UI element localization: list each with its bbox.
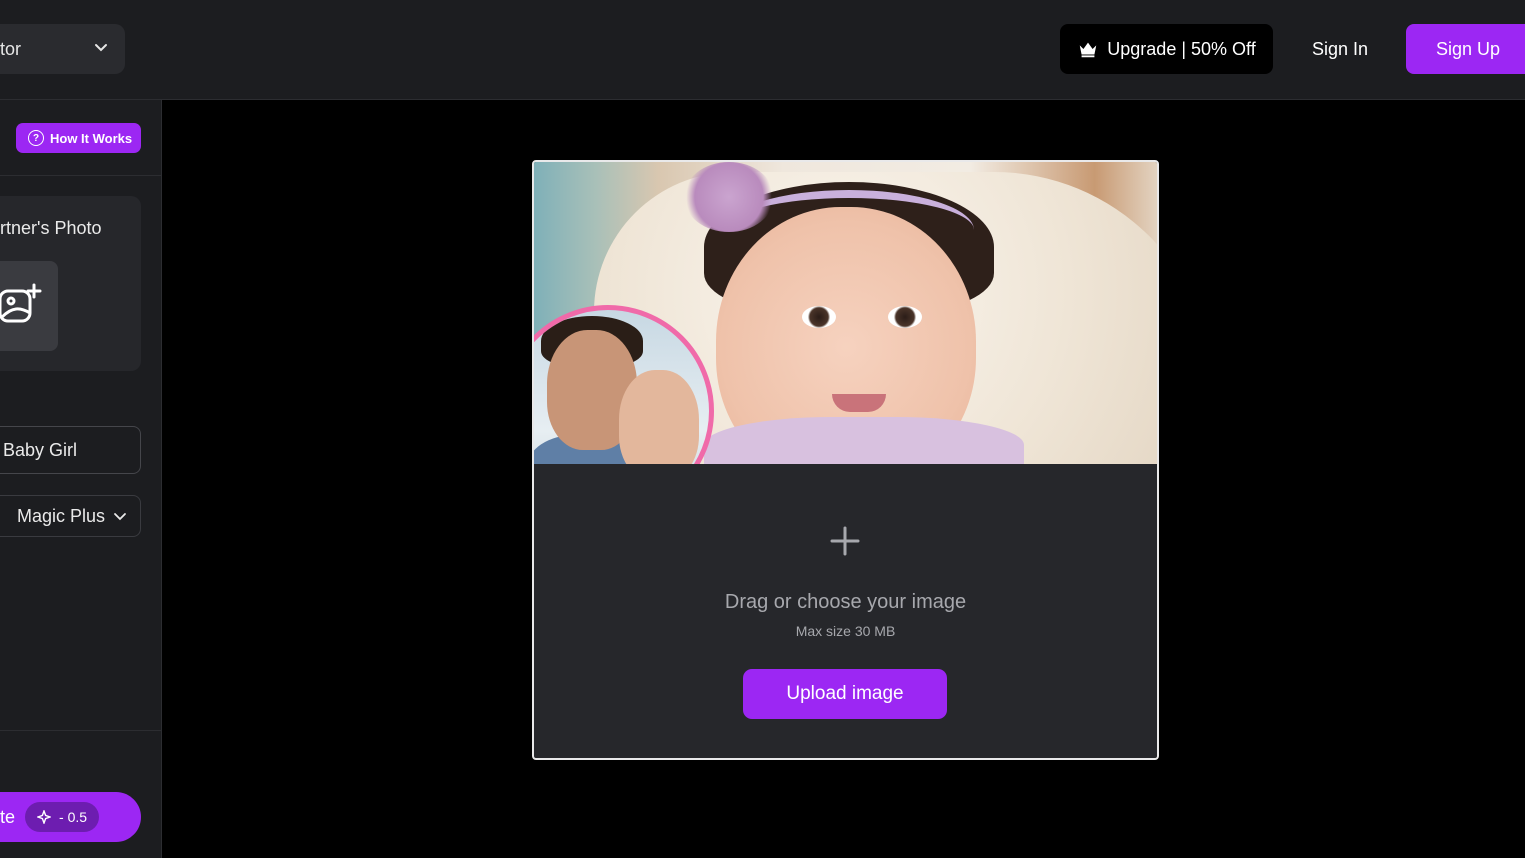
add-image-icon bbox=[0, 283, 42, 323]
partner-photo-title: rtner's Photo bbox=[0, 218, 102, 238]
crown-icon bbox=[1080, 42, 1097, 58]
plus-icon bbox=[830, 526, 860, 556]
tool-select-label: tor bbox=[0, 38, 22, 59]
model-select-dropdown[interactable]: Magic Plus bbox=[0, 495, 141, 537]
tool-select-dropdown[interactable]: tor bbox=[0, 24, 125, 74]
left-sidebar: ? How It Works rtner's Photo Baby Girl M… bbox=[0, 100, 162, 858]
upload-image-button[interactable]: Upload image bbox=[743, 669, 947, 719]
chevron-down-icon bbox=[114, 513, 126, 521]
upgrade-button[interactable]: Upgrade | 50% Off bbox=[1060, 24, 1273, 74]
partner-photo-card: rtner's Photo bbox=[0, 196, 141, 371]
credit-cost-badge: - 0.5 bbox=[25, 802, 100, 832]
credit-cost-value: - 0.5 bbox=[59, 809, 88, 825]
generate-button[interactable]: te - 0.5 bbox=[0, 792, 141, 842]
baby-gender-select[interactable]: Baby Girl bbox=[0, 426, 141, 474]
sidebar-divider bbox=[0, 730, 162, 731]
partner-photo-upload[interactable] bbox=[0, 261, 58, 351]
sign-up-button[interactable]: Sign Up bbox=[1406, 24, 1525, 74]
example-preview-image bbox=[534, 162, 1157, 464]
upgrade-label: Upgrade | 50% Off bbox=[1107, 38, 1256, 59]
generate-label: te bbox=[0, 806, 16, 827]
sparkle-icon bbox=[37, 810, 52, 824]
model-value: Magic Plus bbox=[17, 505, 106, 526]
sidebar-divider bbox=[0, 175, 162, 176]
question-icon: ? bbox=[28, 130, 44, 146]
chevron-down-icon bbox=[95, 44, 107, 52]
sign-in-button[interactable]: Sign In bbox=[1300, 24, 1380, 74]
image-drop-zone[interactable]: Drag or choose your image Max size 30 MB… bbox=[534, 464, 1157, 758]
upload-panel[interactable]: Drag or choose your image Max size 30 MB… bbox=[532, 160, 1159, 760]
drop-title: Drag or choose your image bbox=[724, 591, 967, 613]
max-size-note: Max size 30 MB bbox=[795, 623, 896, 639]
how-it-works-label: How It Works bbox=[50, 130, 133, 146]
baby-gender-value: Baby Girl bbox=[3, 439, 78, 460]
how-it-works-button[interactable]: ? How It Works bbox=[16, 123, 141, 153]
top-header: tor Upgrade | 50% Off Sign In Sign Up bbox=[0, 0, 1525, 100]
